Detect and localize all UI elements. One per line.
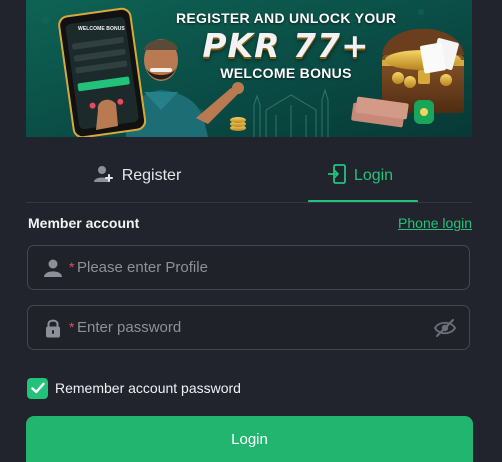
auth-tabs: Register Login: [26, 151, 472, 203]
tab-register[interactable]: Register: [26, 151, 249, 201]
user-icon: [43, 258, 63, 278]
form-header: Member account Phone login: [28, 214, 472, 234]
promo-banner[interactable]: WELCOME BONUS REGISTER AND UNLOCK YOUR P…: [26, 0, 472, 137]
banner-subtitle: WELCOME BONUS: [220, 65, 352, 81]
member-account-label: Member account: [28, 215, 140, 231]
phone-login-link[interactable]: Phone login: [398, 215, 472, 231]
password-input[interactable]: [77, 306, 417, 349]
banner-amount: PKR 77+: [202, 26, 370, 65]
tab-register-label: Register: [121, 167, 182, 184]
tab-login-label: Login: [353, 167, 394, 184]
remember-row: Remember account password: [27, 377, 241, 399]
required-marker: *: [69, 259, 75, 275]
phone-screen-title: WELCOME BONUS: [78, 26, 125, 32]
login-panel: WELCOME BONUS REGISTER AND UNLOCK YOUR P…: [0, 0, 502, 462]
account-input[interactable]: [77, 246, 417, 289]
password-field[interactable]: *: [27, 305, 470, 350]
required-marker: *: [69, 319, 75, 335]
banner-headline: REGISTER AND UNLOCK YOUR: [176, 10, 397, 26]
remember-label: Remember account password: [55, 380, 241, 396]
checkmark-icon: [30, 382, 45, 394]
remember-checkbox[interactable]: [27, 377, 48, 399]
tabs-divider: [26, 202, 472, 203]
account-field[interactable]: *: [27, 245, 470, 290]
login-button[interactable]: Login: [26, 416, 473, 462]
login-door-icon: [327, 163, 346, 189]
coin-stack: [230, 117, 246, 131]
lock-icon: [43, 318, 63, 338]
eye-off-icon[interactable]: [433, 317, 457, 339]
user-plus-icon: [93, 165, 114, 188]
tab-login[interactable]: Login: [249, 151, 472, 201]
